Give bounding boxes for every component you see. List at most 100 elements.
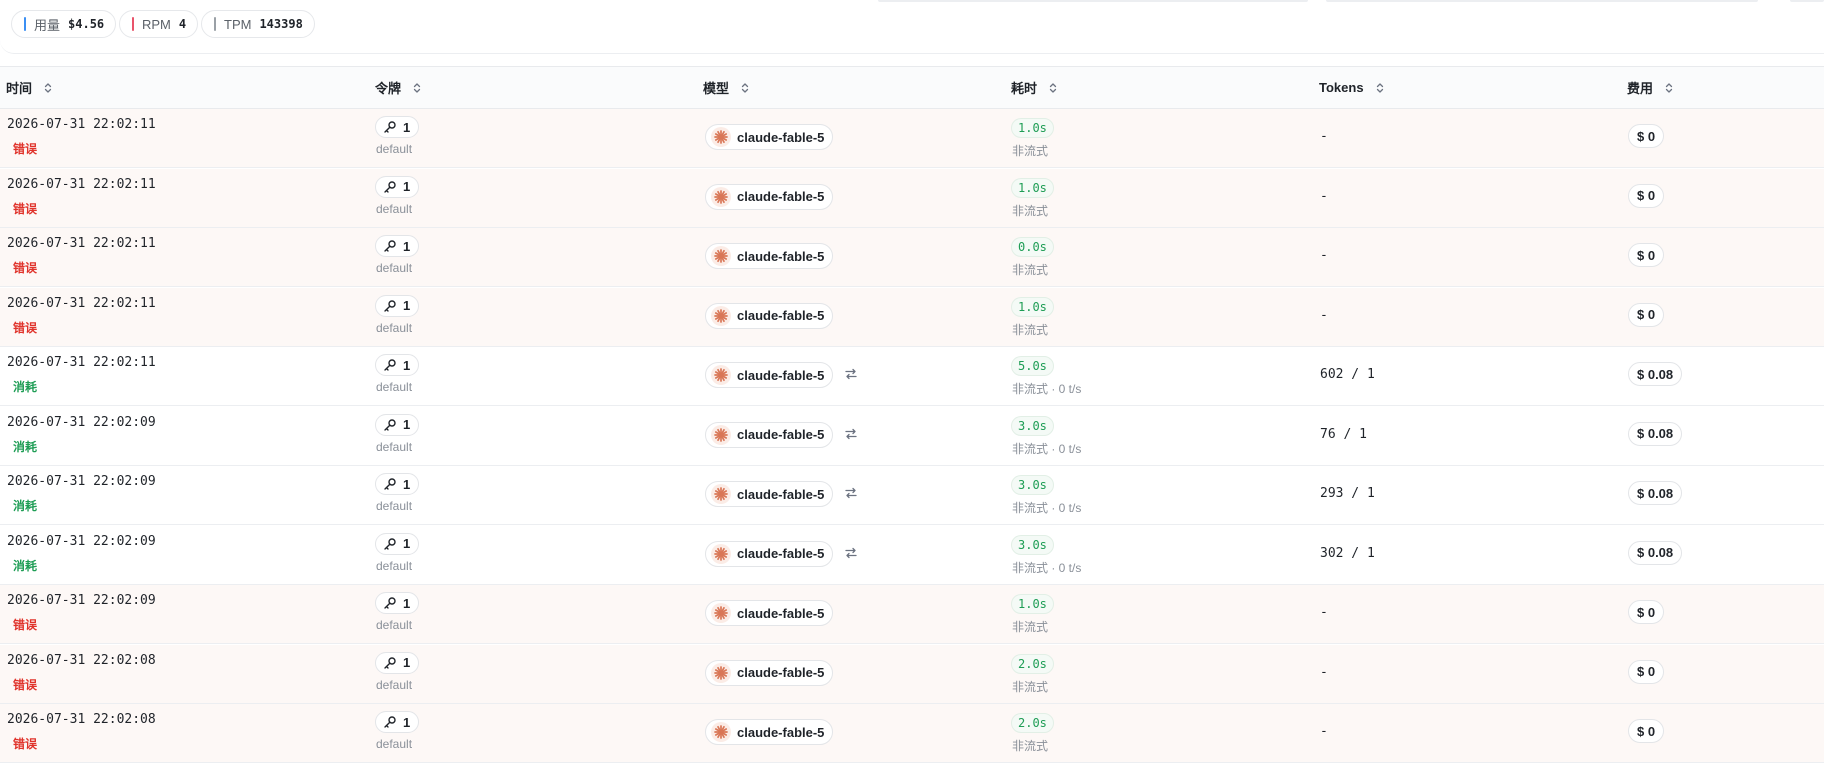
- token-tag[interactable]: 1: [375, 235, 420, 257]
- tpm-label: TPM: [224, 16, 252, 32]
- sort-icon[interactable]: [413, 82, 421, 94]
- model-redirect-icon[interactable]: [844, 546, 858, 560]
- token-tag[interactable]: 1: [375, 413, 420, 436]
- rpm-marker: [132, 17, 134, 31]
- token-count: -: [1320, 724, 1328, 739]
- model-tag[interactable]: claude-fable-5: [705, 243, 834, 269]
- column-token[interactable]: 令牌: [375, 67, 421, 108]
- duration-badge: 1.0s: [1011, 177, 1054, 198]
- column-cost[interactable]: 费用: [1627, 67, 1673, 108]
- table-row[interactable]: 2026-07-31 22:02:11 消耗 1 default claude-fabl…: [0, 347, 1824, 406]
- token-tag[interactable]: 1: [375, 116, 420, 138]
- model-tag[interactable]: claude-fable-5: [705, 481, 834, 507]
- column-tokens-label: Tokens: [1319, 80, 1364, 95]
- token-id: 1: [403, 238, 411, 254]
- cost-badge: $ 0: [1628, 183, 1665, 208]
- token-tag[interactable]: 1: [375, 354, 420, 376]
- table-row[interactable]: 2026-07-31 22:02:11 错误 1 default claude-fabl…: [0, 228, 1824, 287]
- row-time: 2026-07-31 22:02:11: [7, 295, 156, 311]
- table-row[interactable]: 2026-07-31 22:02:09 消耗 1 default claude-fabl…: [0, 466, 1824, 525]
- duration-badge: 1.0s: [1011, 296, 1054, 317]
- token-group: default: [376, 201, 413, 216]
- stream-mode: 非流式 · 0 t/s: [1012, 501, 1082, 515]
- column-time[interactable]: 时间: [6, 67, 52, 108]
- sort-icon[interactable]: [44, 82, 52, 94]
- model-tag[interactable]: claude-fable-5: [705, 719, 834, 745]
- table-header: 时间 令牌 模型 耗时 Tokens 费用: [0, 66, 1824, 109]
- stream-mode: 非流式: [1012, 679, 1049, 694]
- key-icon: [383, 418, 403, 432]
- column-model[interactable]: 模型: [703, 67, 749, 108]
- table-row[interactable]: 2026-07-31 22:02:09 消耗 1 default claude-fabl…: [0, 525, 1824, 585]
- token-group: default: [376, 618, 413, 632]
- column-tokens[interactable]: Tokens: [1319, 67, 1384, 108]
- table-row[interactable]: 2026-07-31 22:02:11 错误 1 default claude-fabl…: [0, 109, 1824, 168]
- model-tag[interactable]: claude-fable-5: [705, 362, 834, 388]
- key-icon: [383, 180, 403, 194]
- token-count: 602 / 1: [1320, 367, 1375, 382]
- cost-badge: $ 0.08: [1628, 540, 1683, 565]
- stream-mode: 非流式 · 0 t/s: [1012, 560, 1082, 575]
- token-tag[interactable]: 1: [375, 711, 420, 733]
- duration-badge: 0.0s: [1011, 237, 1054, 257]
- model-name: claude-fable-5: [737, 367, 825, 383]
- usage-label: 用量: [34, 17, 61, 33]
- tpm-value: 143398: [259, 17, 303, 31]
- token-group: default: [376, 439, 413, 454]
- row-status: 消耗: [13, 439, 38, 454]
- sort-icon[interactable]: [1376, 82, 1384, 94]
- key-icon: [383, 299, 403, 313]
- table-row[interactable]: 2026-07-31 22:02:08 错误 1 default claude-fabl…: [0, 704, 1824, 763]
- usage-value: $4.56: [68, 17, 105, 31]
- divider: [878, 0, 1308, 2]
- token-tag[interactable]: 1: [375, 473, 420, 495]
- token-id: 1: [403, 119, 411, 135]
- token-tag[interactable]: 1: [375, 175, 420, 198]
- key-icon: [383, 477, 403, 491]
- model-tag[interactable]: claude-fable-5: [705, 421, 834, 448]
- claude-logo-icon: [711, 305, 731, 326]
- sort-icon[interactable]: [741, 82, 749, 94]
- column-time-label: 时间: [6, 81, 33, 96]
- column-duration[interactable]: 耗时: [1011, 67, 1057, 108]
- model-tag[interactable]: claude-fable-5: [705, 124, 834, 150]
- model-redirect-icon[interactable]: [844, 367, 858, 381]
- token-count: 76 / 1: [1320, 426, 1367, 442]
- key-icon: [383, 239, 403, 253]
- model-name: claude-fable-5: [737, 129, 825, 145]
- token-count: 293 / 1: [1320, 486, 1375, 501]
- token-tag[interactable]: 1: [375, 532, 420, 555]
- token-id: 1: [403, 476, 411, 492]
- table-row[interactable]: 2026-07-31 22:02:09 消耗 1 default claude-fabl…: [0, 406, 1824, 466]
- table-row[interactable]: 2026-07-31 22:02:11 错误 1 default claude-fabl…: [0, 287, 1824, 347]
- token-tag[interactable]: 1: [375, 592, 420, 614]
- model-redirect-icon[interactable]: [844, 427, 858, 441]
- divider: [1326, 0, 1758, 2]
- table-row[interactable]: 2026-07-31 22:02:11 错误 1 default claude-fabl…: [0, 168, 1824, 228]
- model-tag[interactable]: claude-fable-5: [705, 659, 834, 686]
- model-tag[interactable]: claude-fable-5: [705, 183, 834, 210]
- token-tag[interactable]: 1: [375, 651, 420, 674]
- token-count: -: [1320, 188, 1328, 204]
- row-time: 2026-07-31 22:02:08: [7, 712, 156, 727]
- model-redirect-icon[interactable]: [844, 486, 858, 500]
- model-tag[interactable]: claude-fable-5: [705, 302, 834, 329]
- stream-mode: 非流式: [1012, 144, 1049, 158]
- model-tag[interactable]: claude-fable-5: [705, 600, 834, 626]
- table-row[interactable]: 2026-07-31 22:02:08 错误 1 default claude-fabl…: [0, 644, 1824, 704]
- sort-icon[interactable]: [1049, 82, 1057, 94]
- table-row[interactable]: 2026-07-31 22:02:09 错误 1 default claude-fabl…: [0, 585, 1824, 644]
- model-tag[interactable]: claude-fable-5: [705, 540, 834, 567]
- claude-logo-icon: [711, 543, 731, 564]
- sort-icon[interactable]: [1665, 82, 1673, 94]
- duration-badge: 1.0s: [1011, 118, 1054, 138]
- model-name: claude-fable-5: [737, 724, 825, 740]
- row-status: 消耗: [13, 558, 38, 573]
- cost-badge: $ 0: [1628, 719, 1665, 743]
- claude-logo-icon: [711, 722, 731, 742]
- stream-mode: 非流式 · 0 t/s: [1012, 382, 1082, 396]
- token-tag[interactable]: 1: [375, 294, 420, 317]
- rpm-label: RPM: [142, 16, 171, 32]
- duration-badge: 2.0s: [1011, 713, 1054, 733]
- stream-mode: 非流式: [1012, 263, 1049, 277]
